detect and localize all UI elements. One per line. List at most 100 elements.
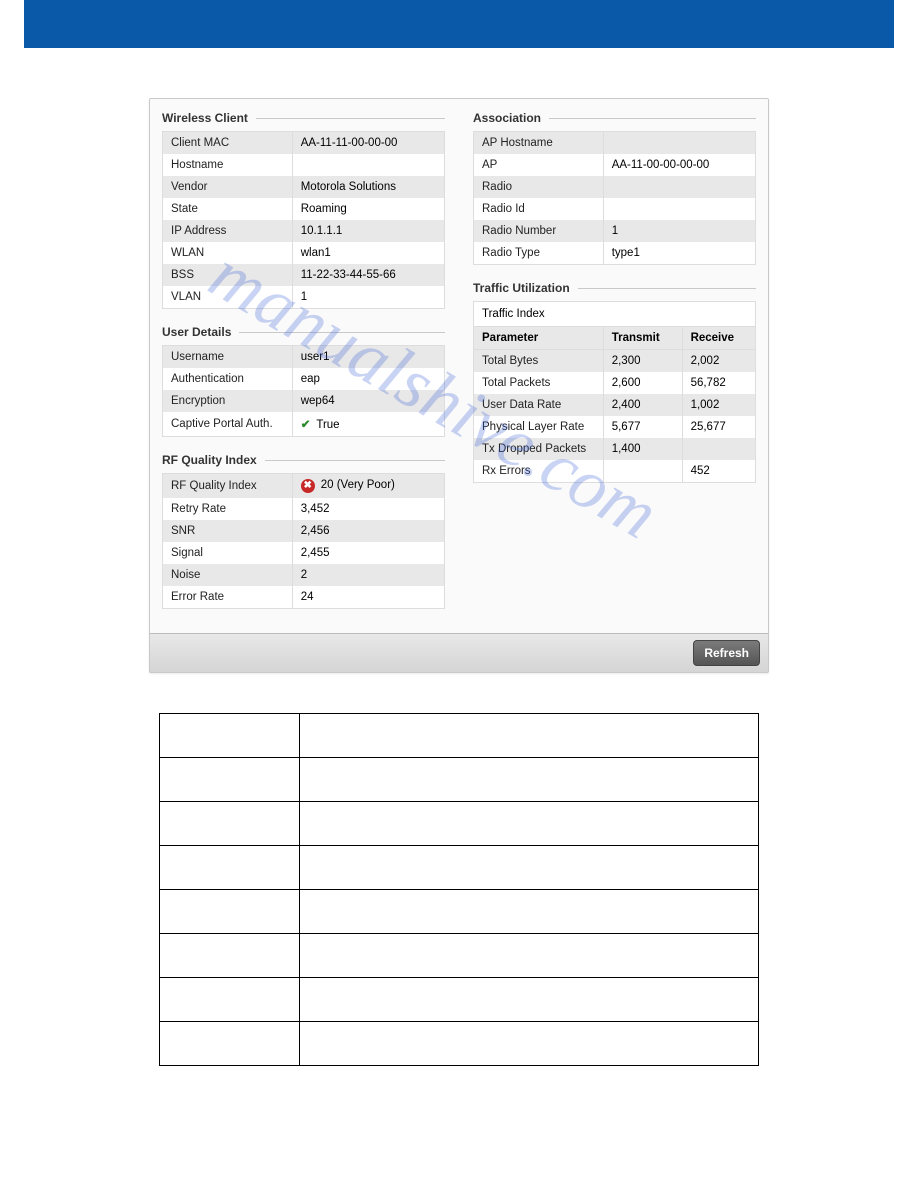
param-value: 11-22-33-44-55-66 [292,264,444,286]
table-row: SNR 2,456 [163,520,445,542]
table-row [160,890,759,934]
param-label: Username [163,346,293,369]
traffic-title: Traffic Utilization [473,281,570,295]
value-text: type1 [612,247,640,259]
param-label: Authentication [163,368,293,390]
param-label: Vendor [163,176,293,198]
value-text: 10.1.1.1 [301,225,343,237]
def-desc [300,890,759,934]
def-term [160,758,300,802]
table-row: Tx Dropped Packets1,400 [474,438,756,460]
page-header-band [24,0,894,48]
param-label: Radio Type [474,242,604,265]
def-desc [300,758,759,802]
def-desc [300,934,759,978]
traffic-cell-param: Rx Errors [474,460,604,483]
def-term [160,1022,300,1066]
param-value: wep64 [292,390,444,412]
def-desc [300,1022,759,1066]
value-text: 1 [612,225,618,237]
rf-quality-table: RF Quality Index✖20 (Very Poor)Retry Rat… [162,473,445,609]
param-value: 3,452 [292,498,444,520]
param-label: Radio Id [474,198,604,220]
table-row: Radio Number 1 [474,220,756,242]
traffic-cell-rx: 2,002 [682,350,755,373]
def-desc [300,714,759,758]
client-stats-panel: Wireless Client Client MACAA-11-11-00-00… [149,98,769,673]
param-label: SNR [163,520,293,542]
value-text: Motorola Solutions [301,181,396,193]
table-row: Vendor Motorola Solutions [163,176,445,198]
def-term [160,934,300,978]
refresh-button[interactable]: Refresh [693,640,760,666]
table-row: IP Address 10.1.1.1 [163,220,445,242]
value-text: 2,456 [301,525,330,537]
table-row: Authentication eap [163,368,445,390]
traffic-cell-rx: 452 [682,460,755,483]
param-value: Motorola Solutions [292,176,444,198]
table-row: User Data Rate2,4001,002 [474,394,756,416]
wireless-client-title: Wireless Client [162,111,248,125]
value-text: AA-11-00-00-00-00 [612,159,710,171]
param-label: Radio Number [474,220,604,242]
traffic-header-parameter: Parameter [474,327,604,350]
param-value: user1 [292,346,444,369]
association-title: Association [473,111,541,125]
param-value: eap [292,368,444,390]
traffic-cell-tx: 5,677 [603,416,682,438]
def-term [160,714,300,758]
param-value: 2 [292,564,444,586]
table-row: VLAN 1 [163,286,445,309]
traffic-index-label: Traffic Index [473,301,756,326]
param-label: Noise [163,564,293,586]
value-text: 1 [301,291,307,303]
rf-quality-group: RF Quality Index RF Quality Index✖20 (Ve… [162,453,445,609]
param-value: AA-11-00-00-00-00 [603,154,755,176]
param-value: type1 [603,242,755,265]
value-text: user1 [301,351,330,363]
wireless-client-group: Wireless Client Client MACAA-11-11-00-00… [162,111,445,309]
param-value: ✖20 (Very Poor) [292,474,444,499]
table-row: Retry Rate3,452 [163,498,445,520]
user-details-title: User Details [162,325,231,339]
rf-quality-title: RF Quality Index [162,453,257,467]
value-text: 11-22-33-44-55-66 [301,269,396,281]
divider [549,118,756,119]
traffic-cell-tx: 2,300 [603,350,682,373]
panel-footer: Refresh [150,633,768,672]
param-label: AP Hostname [474,132,604,155]
table-row: Username user1 [163,346,445,369]
wireless-client-table: Client MACAA-11-11-00-00-00HostnameVendo… [162,131,445,309]
table-row: StateRoaming [163,198,445,220]
param-value [603,132,755,155]
table-row: Rx Errors 452 [474,460,756,483]
traffic-cell-param: Total Bytes [474,350,604,373]
table-row: BSS11-22-33-44-55-66 [163,264,445,286]
param-value: 24 [292,586,444,609]
param-label: Hostname [163,154,293,176]
value-text: 2,455 [301,547,330,559]
table-row: Total Bytes2,3002,002 [474,350,756,373]
param-label: Client MAC [163,132,293,155]
value-text: wlan1 [301,247,331,259]
param-value: 1 [292,286,444,309]
table-row [160,714,759,758]
param-label: IP Address [163,220,293,242]
traffic-cell-param: Physical Layer Rate [474,416,604,438]
table-row: Encryptionwep64 [163,390,445,412]
value-text: eap [301,373,320,385]
association-table: AP HostnameAPAA-11-00-00-00-00RadioRadio… [473,131,756,265]
param-label: Radio [474,176,604,198]
param-label: RF Quality Index [163,474,293,499]
param-label: Encryption [163,390,293,412]
param-label: WLAN [163,242,293,264]
table-row [160,1022,759,1066]
table-row: Signal2,455 [163,542,445,564]
traffic-cell-rx: 56,782 [682,372,755,394]
traffic-header-transmit: Transmit [603,327,682,350]
def-term [160,802,300,846]
param-value [603,176,755,198]
table-row: Total Packets2,60056,782 [474,372,756,394]
table-row: Error Rate24 [163,586,445,609]
table-row: AP Hostname [474,132,756,155]
